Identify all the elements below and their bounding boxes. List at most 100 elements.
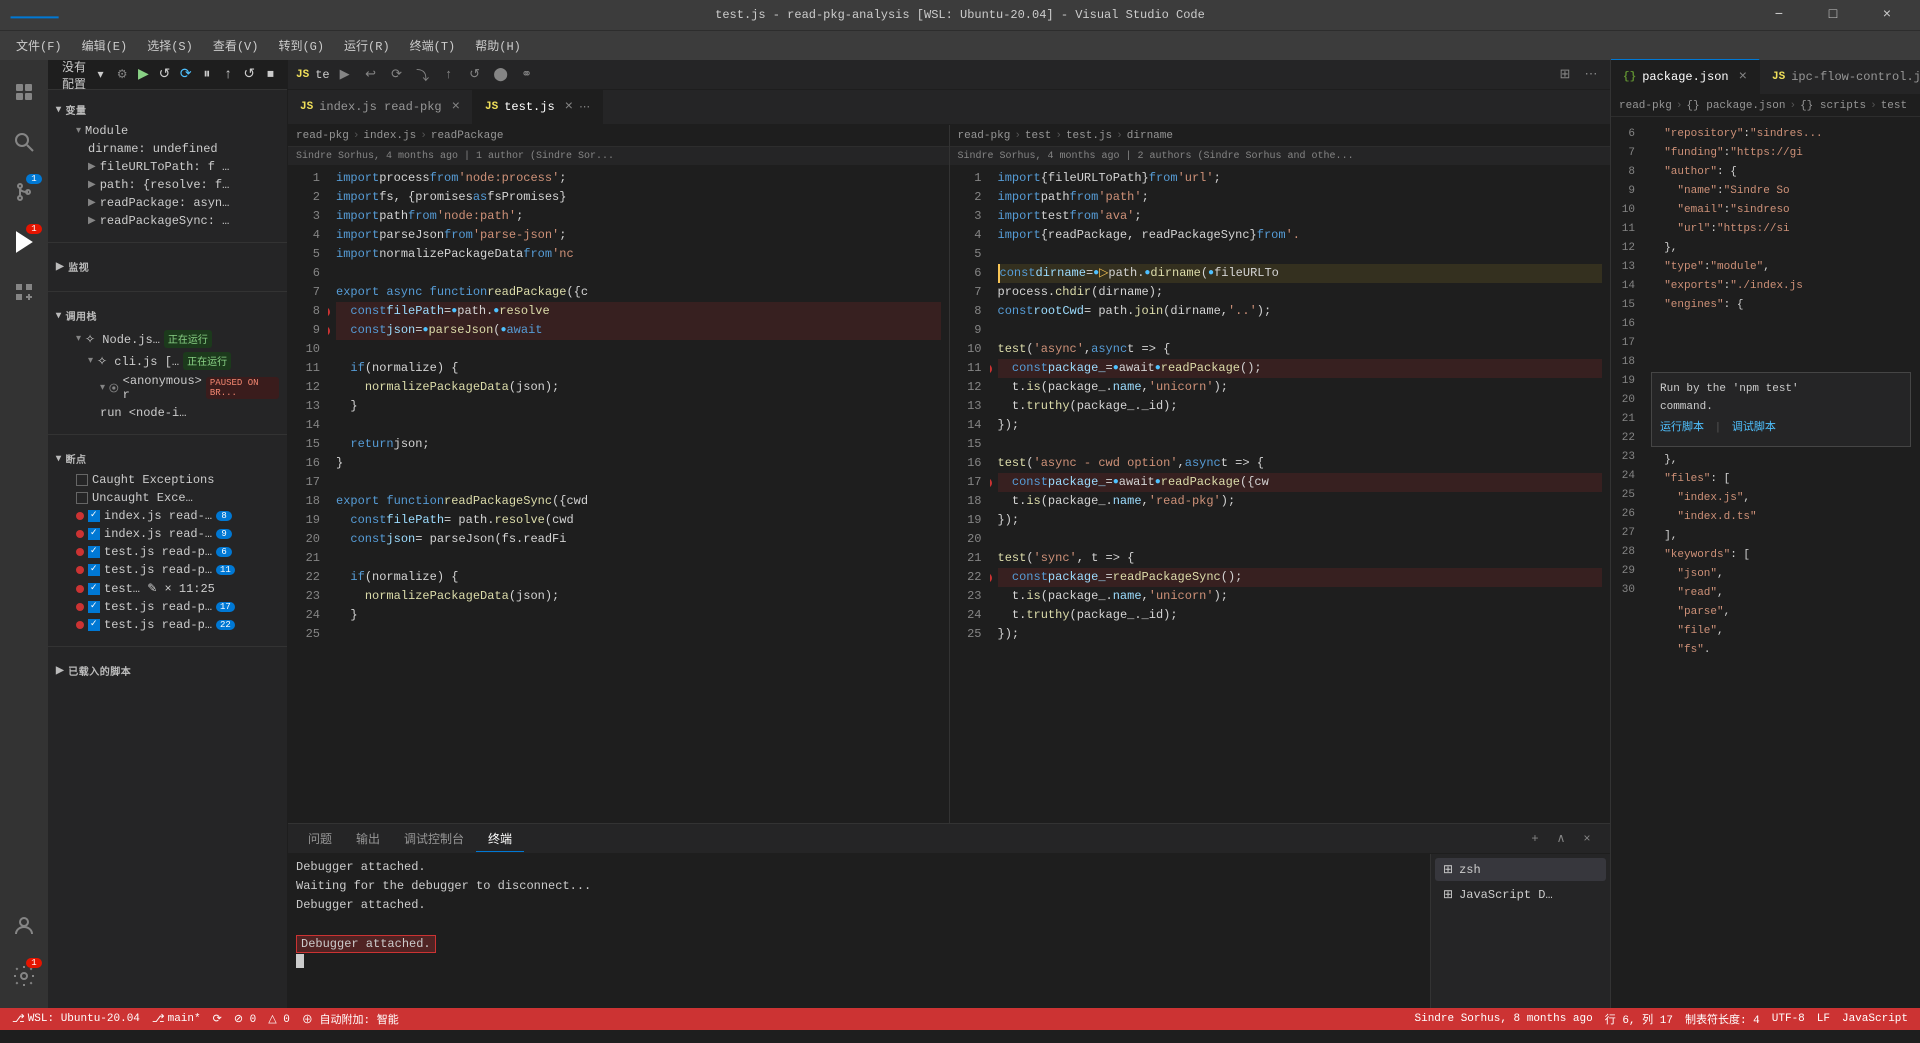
status-wsl[interactable]: ⎇ WSL: Ubuntu-20.04 bbox=[6, 1008, 146, 1030]
status-indent[interactable]: 制表符长度: 4 bbox=[1679, 1008, 1766, 1030]
callstack-anon[interactable]: ▾ <anonymous> r PAUSED ON BR... bbox=[48, 372, 287, 404]
monitoring-title[interactable]: ▶ 监视 bbox=[48, 255, 287, 279]
debug-step-over-btn[interactable]: ⟳ bbox=[386, 64, 408, 86]
terminal-item-zsh[interactable]: ⊞ zsh bbox=[1435, 858, 1606, 881]
caught-checkbox[interactable] bbox=[76, 474, 88, 486]
bp-test-6[interactable]: test.js read-p… 6 bbox=[48, 543, 287, 561]
debug-step-over[interactable]: ↺ bbox=[156, 63, 173, 87]
menu-file[interactable]: 文件(F) bbox=[8, 33, 70, 58]
activity-search[interactable] bbox=[0, 118, 48, 166]
sidebar-module[interactable]: ▾ Module bbox=[48, 122, 287, 140]
split-editor-btn[interactable]: ⊞ bbox=[1554, 64, 1576, 86]
tab-index-js[interactable]: JS index.js read-pkg × bbox=[288, 90, 473, 124]
sidebar-dirname[interactable]: dirname: undefined bbox=[48, 140, 287, 158]
uncaught-exceptions[interactable]: Uncaught Exce… bbox=[48, 489, 287, 507]
debug-run-btn[interactable]: ▶ bbox=[334, 64, 356, 86]
callstack-run[interactable]: run <node-i… bbox=[48, 404, 287, 422]
panel-tab-output[interactable]: 输出 bbox=[344, 826, 392, 851]
bp-test-22[interactable]: test.js read-p… 22 bbox=[48, 616, 287, 634]
tab-test-js-close[interactable]: × bbox=[565, 99, 573, 115]
bp-check-3[interactable] bbox=[88, 546, 100, 558]
status-language[interactable]: JavaScript bbox=[1836, 1008, 1914, 1030]
loaded-scripts-title[interactable]: ▶ 已载入的脚本 bbox=[48, 659, 287, 683]
bp-check-6[interactable] bbox=[88, 601, 100, 613]
debug-restart-btn[interactable]: ↺ bbox=[464, 64, 486, 86]
debug-step-into[interactable]: ↑ bbox=[219, 63, 236, 87]
debug-start-button[interactable]: ▶ bbox=[135, 63, 152, 87]
debug-step-into-btn[interactable]: ⤵ bbox=[412, 64, 434, 86]
sidebar-path[interactable]: ▶ path: {resolve: f… bbox=[48, 176, 287, 194]
panel-collapse-btn[interactable]: ∧ bbox=[1550, 828, 1572, 850]
bp-check-1[interactable] bbox=[88, 510, 100, 522]
panel-tab-terminal[interactable]: 终端 bbox=[476, 826, 524, 851]
status-eol[interactable]: LF bbox=[1811, 1008, 1836, 1030]
activity-settings[interactable]: 1 bbox=[0, 952, 48, 1000]
tab-test-js[interactable]: JS test.js × ⋯ bbox=[473, 90, 603, 124]
activity-explorer[interactable] bbox=[0, 68, 48, 116]
sidebar-readpackage[interactable]: ▶ readPackage: asyn… bbox=[48, 194, 287, 212]
callstack-title[interactable]: ▾ 调用栈 bbox=[48, 304, 287, 328]
minimize-button[interactable]: − bbox=[1756, 0, 1802, 30]
bp-index-8[interactable]: index.js read-… 8 bbox=[48, 507, 287, 525]
variables-section-title[interactable]: ▾ 变量 bbox=[48, 98, 287, 122]
breakpoints-title[interactable]: ▾ 断点 bbox=[48, 447, 287, 471]
debug-stop-btn[interactable]: ⬤ bbox=[490, 64, 512, 86]
activity-debug[interactable]: 1 bbox=[0, 218, 48, 266]
maximize-button[interactable]: □ bbox=[1810, 0, 1856, 30]
status-encoding[interactable]: UTF-8 bbox=[1766, 1008, 1811, 1030]
bp-check-4[interactable] bbox=[88, 564, 100, 576]
activity-accounts[interactable] bbox=[0, 902, 48, 950]
menu-help[interactable]: 帮助(H) bbox=[467, 33, 529, 58]
bp-check-7[interactable] bbox=[88, 619, 100, 631]
menu-view[interactable]: 查看(V) bbox=[205, 33, 267, 58]
menu-edit[interactable]: 编辑(E) bbox=[74, 33, 136, 58]
tab-index-js-close[interactable]: × bbox=[452, 99, 460, 115]
debug-restart[interactable]: ↺ bbox=[241, 63, 258, 87]
bp-test-edit[interactable]: test… ✎ × 11:25 bbox=[48, 579, 287, 598]
bp-test-11[interactable]: test.js read-p… 11 bbox=[48, 561, 287, 579]
callstack-cli[interactable]: ▾ ✧ cli.js [… 正在运行 bbox=[48, 350, 287, 372]
panel-tab-debug-console[interactable]: 调试控制台 bbox=[392, 826, 476, 851]
bp-test-17[interactable]: test.js read-p… 17 bbox=[48, 598, 287, 616]
debug-pause[interactable]: ⏸ bbox=[198, 63, 215, 87]
status-branch[interactable]: ⎇ main* bbox=[146, 1008, 207, 1030]
debug-config[interactable]: 没有配置 ▾ bbox=[56, 60, 110, 94]
panel-close-btn[interactable]: × bbox=[1576, 828, 1598, 850]
debug-gear-button[interactable]: ⚙ bbox=[114, 63, 131, 87]
status-sync[interactable]: ⟳ bbox=[207, 1008, 228, 1030]
status-errors[interactable]: ⊘ 0 bbox=[228, 1008, 262, 1030]
bp-check-5[interactable] bbox=[88, 583, 100, 595]
more-btn[interactable]: ⋯ bbox=[1580, 64, 1602, 86]
status-line-col[interactable]: 行 6, 列 17 bbox=[1599, 1008, 1679, 1030]
caught-exceptions[interactable]: Caught Exceptions bbox=[48, 471, 287, 489]
debug-script-link[interactable]: 调试脚本 bbox=[1732, 422, 1776, 434]
debug-continue-btn[interactable]: ↩ bbox=[360, 64, 382, 86]
tab-ipc-flow[interactable]: JS ipc-flow-control.js ⋯ bbox=[1760, 59, 1920, 94]
debug-stop[interactable]: ⏹ bbox=[262, 63, 279, 87]
status-auto-attach[interactable]: ⊕ 自动附加: 智能 bbox=[296, 1008, 405, 1030]
panel-add-btn[interactable]: + bbox=[1524, 828, 1546, 850]
tab-more[interactable]: ⋯ bbox=[579, 100, 590, 114]
menu-goto[interactable]: 转到(G) bbox=[270, 33, 332, 58]
bp-index-9[interactable]: index.js read-… 9 bbox=[48, 525, 287, 543]
activity-source-control[interactable]: 1 bbox=[0, 168, 48, 216]
debug-step-out-btn[interactable]: ↑ bbox=[438, 64, 460, 86]
debug-step-over-2[interactable]: ⟳ bbox=[177, 63, 194, 87]
bp-check-2[interactable] bbox=[88, 528, 100, 540]
sidebar-fileurltopath[interactable]: ▶ fileURLToPath: f … bbox=[48, 158, 287, 176]
menu-terminal[interactable]: 终端(T) bbox=[402, 33, 464, 58]
status-git-blame[interactable]: Sindre Sorhus, 8 months ago bbox=[1409, 1008, 1599, 1030]
status-warnings[interactable]: △ 0 bbox=[262, 1008, 296, 1030]
terminal-content[interactable]: Debugger attached. Waiting for the debug… bbox=[288, 854, 1430, 1008]
sidebar-readpackagesync[interactable]: ▶ readPackageSync: … bbox=[48, 212, 287, 230]
package-json-close[interactable]: × bbox=[1739, 69, 1747, 85]
menu-run[interactable]: 运行(R) bbox=[336, 33, 398, 58]
tab-package-json[interactable]: {} package.json × bbox=[1611, 59, 1760, 94]
run-script-link[interactable]: 运行脚本 bbox=[1660, 422, 1704, 434]
debug-disconnect-btn[interactable]: ⚭ bbox=[516, 64, 538, 86]
panel-tab-problems[interactable]: 问题 bbox=[296, 826, 344, 851]
menu-select[interactable]: 选择(S) bbox=[139, 33, 201, 58]
uncaught-checkbox[interactable] bbox=[76, 492, 88, 504]
close-button[interactable]: × bbox=[1864, 0, 1910, 30]
terminal-item-js-debug[interactable]: ⊞ JavaScript D… bbox=[1435, 883, 1606, 906]
